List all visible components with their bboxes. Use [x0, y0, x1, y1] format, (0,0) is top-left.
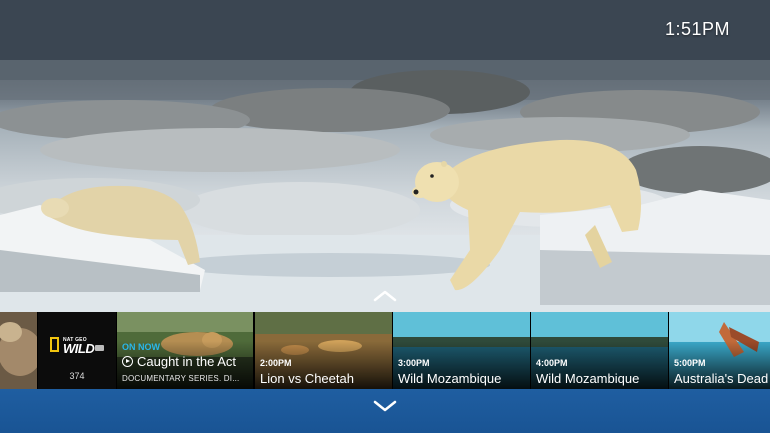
clock: 1:51PM	[664, 19, 730, 39]
program-guide-strip: NAT GEO WILD 374 ON NOW Caught in the Ac…	[0, 312, 770, 389]
program-time: 5:00PM	[674, 358, 706, 368]
upcoming-program-tile[interactable]: 5:00PM Australia's Dead	[669, 312, 770, 389]
on-now-label: ON NOW	[122, 342, 160, 352]
program-title: Australia's Dead	[674, 371, 769, 386]
program-title: Wild Mozambique	[398, 371, 502, 386]
previous-program-thumbnail	[0, 312, 37, 389]
previous-program-tile[interactable]	[0, 312, 37, 389]
current-program-title: Caught in the Act	[137, 354, 237, 369]
nat-geo-wild-logo: NAT GEO WILD	[50, 337, 106, 357]
current-program-tile[interactable]: ON NOW Caught in the Act DOCUMENTARY SER…	[117, 312, 253, 389]
hd-badge	[95, 345, 104, 351]
upcoming-program-tile[interactable]: 2:00PM Lion vs Cheetah	[255, 312, 392, 389]
chevron-up-icon[interactable]	[372, 289, 398, 303]
channel-number: 374	[69, 371, 85, 381]
program-time: 3:00PM	[398, 358, 430, 368]
program-title: Lion vs Cheetah	[260, 371, 354, 386]
program-title: Wild Mozambique	[536, 371, 640, 386]
upcoming-program-tile[interactable]: 3:00PM Wild Mozambique	[393, 312, 530, 389]
logo-main-text: WILD	[63, 341, 95, 356]
yellow-frame-icon	[50, 337, 59, 352]
channel-tile[interactable]: NAT GEO WILD 374	[38, 312, 116, 389]
program-time: 2:00PM	[260, 358, 292, 368]
program-time: 4:00PM	[536, 358, 568, 368]
play-circle-icon[interactable]	[122, 356, 133, 367]
current-program-description: DOCUMENTARY SERIES. DI...	[122, 374, 240, 383]
chevron-down-icon[interactable]	[372, 399, 398, 413]
upcoming-program-tile[interactable]: 4:00PM Wild Mozambique	[531, 312, 668, 389]
